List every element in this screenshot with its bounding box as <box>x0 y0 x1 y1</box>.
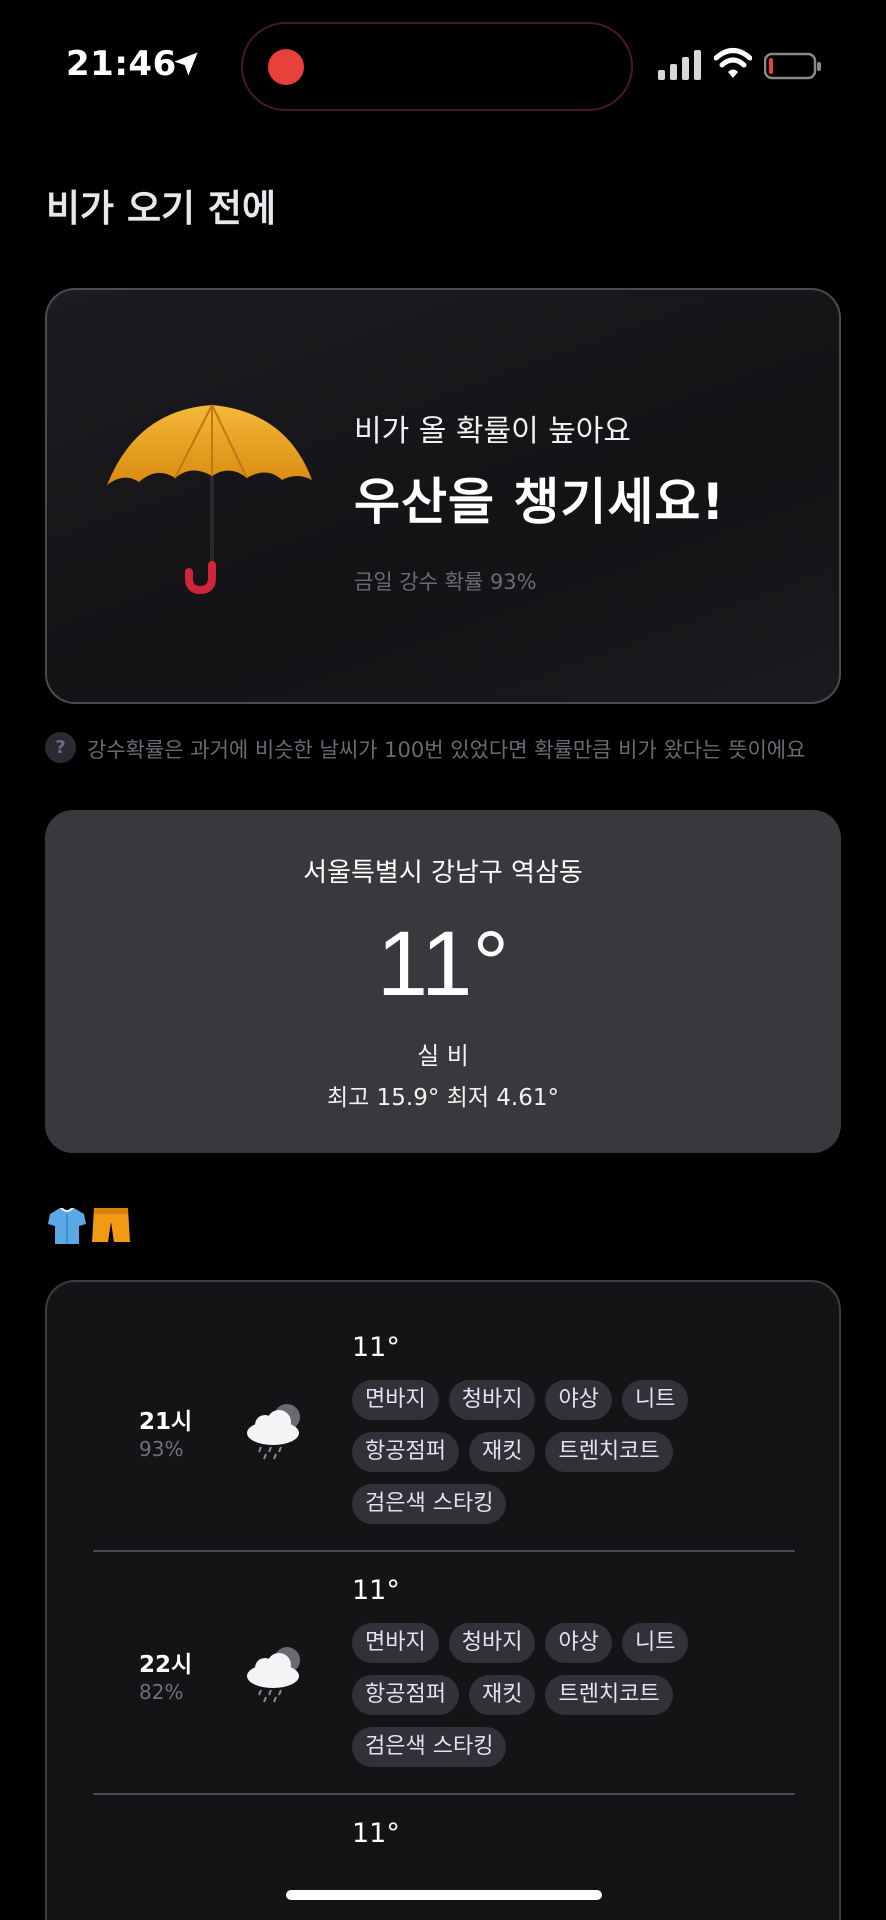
hourly-forecast-card[interactable]: 21시 93% 11° 면바지 청바지 야상 니트 항공점퍼 재킷 트렌치코트 검은색 스타킹… <box>45 1280 841 1920</box>
temperature-range: 최고 15.9° 최저 4.61° <box>327 1085 559 1111</box>
hour-temperature: 11° <box>352 1575 400 1606</box>
rain-subtitle: 비가 올 확률이 높아요 <box>354 414 632 449</box>
clothing-tag[interactable]: 야상 <box>545 1623 612 1663</box>
weather-condition: 실 비 <box>417 1042 469 1070</box>
dynamic-island[interactable] <box>241 22 633 111</box>
current-temperature: 11° <box>376 913 510 1015</box>
status-bar: 21:46 <box>0 0 886 130</box>
rain-alert-card[interactable]: 비가 올 확률이 높아요 우산을 챙기세요! 금일 강수 확률 93% <box>45 288 841 704</box>
umbrella-icon <box>107 404 312 595</box>
clothing-tag[interactable]: 청바지 <box>448 1623 536 1663</box>
location-name: 서울특별시 강남구 역삼동 <box>303 858 583 888</box>
clothing-tag[interactable]: 니트 <box>621 1623 689 1663</box>
hour-time: 22시 <box>139 1652 193 1678</box>
current-weather-card[interactable]: 서울특별시 강남구 역삼동 11° 실 비 최고 15.9° 최저 4.61° <box>45 810 841 1153</box>
clothing-tag[interactable]: 검은색 스타킹 <box>352 1484 507 1524</box>
clothing-tags: 면바지 청바지 야상 니트항공점퍼 재킷 트렌치코트검은색 스타킹 <box>352 1623 772 1779</box>
home-indicator[interactable] <box>286 1890 602 1900</box>
hour-time: 21시 <box>139 1409 193 1435</box>
hour-probability: 93% <box>139 1437 184 1461</box>
battery-icon <box>764 52 821 80</box>
clothing-tag[interactable]: 트렌치코트 <box>545 1675 673 1715</box>
hour-temperature: 11° <box>352 1332 400 1363</box>
rain-probability: 금일 강수 확률 93% <box>354 570 537 594</box>
clothing-tag[interactable]: 면바지 <box>352 1380 439 1420</box>
clothing-tag[interactable]: 항공점퍼 <box>352 1675 459 1715</box>
clothing-tag[interactable]: 트렌치코트 <box>545 1432 673 1472</box>
hour-probability: 82% <box>139 1680 184 1704</box>
info-text: 강수확률은 과거에 비슷한 날씨가 100번 있었다면 확률만큼 비가 왔다는 … <box>87 738 806 762</box>
clothing-tag[interactable]: 면바지 <box>352 1623 439 1663</box>
cellular-signal-icon <box>658 50 701 80</box>
clothing-tag[interactable]: 청바지 <box>448 1380 536 1420</box>
hour-row[interactable]: 22시 82% 11° 면바지 청바지 야상 니트항공점퍼 재킷 트렌치코트검은색 스타킹 <box>47 1525 839 1768</box>
clothing-tag[interactable]: 니트 <box>621 1380 689 1420</box>
location-arrow-icon <box>174 52 198 76</box>
clothing-tags: 면바지 청바지 야상 니트항공점퍼 재킷 트렌치코트검은색 스타킹 <box>352 1380 772 1536</box>
rain-cloud-icon <box>247 1647 300 1703</box>
clothing-tag[interactable]: 재킷 <box>468 1432 536 1472</box>
clothing-tag[interactable]: 검은색 스타킹 <box>352 1727 507 1767</box>
wifi-icon <box>714 48 752 78</box>
status-time: 21:46 <box>66 44 177 84</box>
shirt-icon <box>48 1208 86 1244</box>
clothing-tag[interactable]: 야상 <box>545 1380 612 1420</box>
page-title: 비가 오기 전에 <box>46 187 277 230</box>
question-icon[interactable]: ? <box>45 732 76 763</box>
hour-row[interactable]: 21시 93% 11° 면바지 청바지 야상 니트항공점퍼 재킷 트렌치코트검은색 스타킹 <box>47 1282 839 1525</box>
rain-headline: 우산을 챙기세요! <box>354 473 726 531</box>
rain-cloud-icon <box>247 1404 300 1460</box>
hour-temperature: 11° <box>352 1818 400 1849</box>
shorts-icon <box>92 1208 130 1242</box>
clothing-tag[interactable]: 재킷 <box>468 1675 536 1715</box>
clothing-tag[interactable]: 항공점퍼 <box>352 1432 459 1472</box>
recording-indicator-icon <box>268 49 304 85</box>
probability-info[interactable]: ? 강수확률은 과거에 비슷한 날씨가 100번 있었다면 확률만큼 비가 왔다… <box>45 732 865 766</box>
